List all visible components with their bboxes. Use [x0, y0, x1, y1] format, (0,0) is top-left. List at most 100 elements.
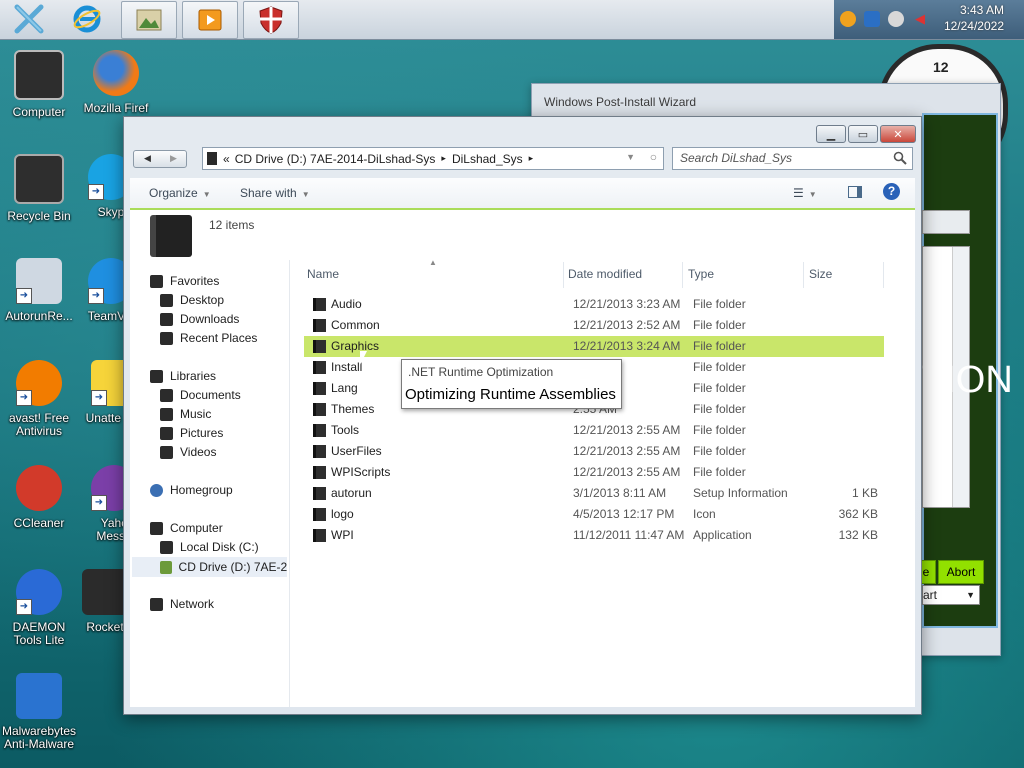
- taskbar-clock[interactable]: 3:43 AM 12/24/2022: [944, 2, 1004, 34]
- homegroup-icon: [150, 483, 163, 497]
- nav-local-disk[interactable]: Local Disk (C:): [160, 540, 259, 554]
- back-arrow-icon[interactable]: ◀: [144, 153, 151, 164]
- explorer-window[interactable]: ▁ ▭ ✕ ◀ ▶ « CD Drive (D:) 7AE-2014-DiLsh…: [123, 116, 922, 715]
- nav-libraries[interactable]: Libraries: [150, 369, 216, 383]
- wizard-select[interactable]: art ▼: [922, 585, 980, 605]
- refresh-icon[interactable]: ○: [650, 150, 657, 164]
- desktop-icon-recycle-bin[interactable]: Recycle Bin: [1, 154, 77, 223]
- desktop-icon-autorun[interactable]: ➜ AutorunRe...: [1, 258, 77, 323]
- file-name: UserFiles: [331, 444, 382, 458]
- breadcrumb-overflow[interactable]: «: [223, 152, 230, 166]
- videos-icon: [160, 445, 173, 459]
- nav-label: Homegroup: [170, 483, 233, 497]
- breadcrumb-folder[interactable]: DiLshad_Sys: [452, 152, 523, 166]
- item-count: 12 items: [209, 218, 255, 232]
- folder-icon: [313, 403, 326, 416]
- nav-label: Desktop: [180, 293, 225, 307]
- folder-icon: [313, 382, 326, 395]
- file-row[interactable]: Audio 12/21/2013 3:23 AM File folder: [304, 294, 884, 315]
- address-bar[interactable]: « CD Drive (D:) 7AE-2014-DiLshad-Sys ▸ D…: [202, 147, 664, 170]
- nav-computer[interactable]: Computer: [150, 521, 223, 535]
- file-row[interactable]: Tools 12/21/2013 2:55 AM File folder: [304, 420, 884, 441]
- star-icon: [150, 274, 163, 288]
- view-options-button[interactable]: ☰ ▼: [793, 186, 817, 200]
- desktop-icon-ccleaner[interactable]: CCleaner: [1, 465, 77, 530]
- close-button[interactable]: ✕: [880, 125, 916, 143]
- update-icon[interactable]: [840, 11, 856, 27]
- nav-documents[interactable]: Documents: [160, 388, 241, 402]
- column-separator[interactable]: [883, 262, 884, 288]
- column-header-type[interactable]: Type: [688, 267, 714, 281]
- file-row[interactable]: Graphics 12/21/2013 3:24 AM File folder: [304, 336, 884, 357]
- file-name: Audio: [331, 297, 362, 311]
- internet-explorer-button[interactable]: [60, 1, 114, 37]
- nav-network[interactable]: Network: [150, 597, 214, 611]
- file-row[interactable]: WPIScripts 12/21/2013 2:55 AM File folder: [304, 462, 884, 483]
- network-icon[interactable]: [864, 11, 880, 27]
- volume-muted-icon[interactable]: ◀: [912, 11, 928, 27]
- search-input[interactable]: Search DiLshad_Sys: [672, 147, 913, 170]
- file-row[interactable]: Common 12/21/2013 2:52 AM File folder: [304, 315, 884, 336]
- nav-label: Recent Places: [180, 331, 258, 345]
- shortcut-arrow-icon: ➜: [16, 390, 32, 406]
- shield-icon: [259, 6, 283, 34]
- column-header-size[interactable]: Size: [809, 267, 832, 281]
- clock-time: 3:43 AM: [959, 3, 1004, 17]
- search-icon[interactable]: [893, 151, 907, 165]
- desktop-icon-label: CCleaner: [13, 516, 65, 530]
- desktop-icon-computer[interactable]: Computer: [1, 50, 77, 119]
- breadcrumb-separator-icon[interactable]: ▸: [529, 153, 534, 164]
- desktop-icon-firefox[interactable]: Mozilla Firef: [78, 50, 154, 115]
- wizard-field[interactable]: [922, 210, 970, 234]
- desktop-icon-daemon-tools[interactable]: ➜ DAEMON Tools Lite: [1, 569, 77, 647]
- column-separator[interactable]: [682, 262, 683, 288]
- file-row[interactable]: UserFiles 12/21/2013 2:55 AM File folder: [304, 441, 884, 462]
- wizard-banner-text: TION: [922, 359, 1013, 401]
- forward-arrow-icon[interactable]: ▶: [170, 153, 177, 164]
- address-dropdown-icon[interactable]: ▼: [626, 152, 635, 162]
- back-forward-buttons[interactable]: ◀ ▶: [133, 150, 187, 168]
- nav-downloads[interactable]: Downloads: [160, 312, 239, 326]
- user-icon[interactable]: [888, 11, 904, 27]
- share-with-menu[interactable]: Share with ▼: [240, 186, 310, 200]
- organize-menu[interactable]: Organize ▼: [149, 186, 211, 200]
- media-player-icon: [198, 9, 222, 31]
- file-size: 362 KB: [838, 507, 878, 521]
- explorer-taskbar-button[interactable]: [121, 1, 177, 39]
- nav-desktop[interactable]: Desktop: [160, 293, 224, 307]
- wizard-taskbar-button[interactable]: [243, 1, 299, 39]
- column-header-date-modified[interactable]: Date modified: [568, 267, 642, 281]
- preview-pane-icon: [848, 186, 862, 198]
- maximize-button[interactable]: ▭: [848, 125, 878, 143]
- preview-pane-button[interactable]: [848, 186, 862, 201]
- help-button[interactable]: ?: [883, 183, 900, 200]
- start-button[interactable]: [2, 1, 56, 37]
- media-taskbar-button[interactable]: [182, 1, 238, 39]
- nav-homegroup[interactable]: Homegroup: [150, 483, 233, 497]
- nav-pictures[interactable]: Pictures: [160, 426, 223, 440]
- nav-music[interactable]: Music: [160, 407, 211, 421]
- breadcrumb-drive[interactable]: CD Drive (D:) 7AE-2014-DiLshad-Sys: [235, 152, 436, 166]
- file-name: Themes: [331, 402, 375, 416]
- documents-icon: [160, 388, 173, 402]
- folder-icon: [313, 298, 326, 311]
- file-row[interactable]: logo 4/5/2013 12:17 PM Icon 362 KB: [304, 504, 884, 525]
- column-separator[interactable]: [563, 262, 564, 288]
- nav-cd-drive[interactable]: CD Drive (D:) 7AE-201: [132, 557, 287, 577]
- chevron-down-icon: ▼: [966, 590, 975, 600]
- nav-label: Documents: [180, 388, 241, 402]
- desktop-icon-avast[interactable]: ➜ avast! Free Antivirus: [1, 360, 77, 438]
- column-header-name[interactable]: Name: [307, 267, 339, 281]
- abort-button[interactable]: Abort: [938, 560, 984, 584]
- nav-videos[interactable]: Videos: [160, 445, 216, 459]
- file-row[interactable]: autorun 3/1/2013 8:11 AM Setup Information…: [304, 483, 884, 504]
- minimize-button[interactable]: ▁: [816, 125, 846, 143]
- wizard-title: Windows Post-Install Wizard: [544, 95, 697, 109]
- breadcrumb-separator-icon[interactable]: ▸: [441, 153, 446, 164]
- nav-favorites[interactable]: Favorites: [150, 274, 219, 288]
- desktop-icon-malwarebytes[interactable]: Malwarebytes Anti-Malware: [1, 673, 77, 751]
- nav-recent-places[interactable]: Recent Places: [160, 331, 257, 345]
- column-separator[interactable]: [803, 262, 804, 288]
- file-row[interactable]: WPI 11/12/2011 11:47 AM Application 132 KB: [304, 525, 884, 546]
- cd-drive-icon: [160, 560, 172, 574]
